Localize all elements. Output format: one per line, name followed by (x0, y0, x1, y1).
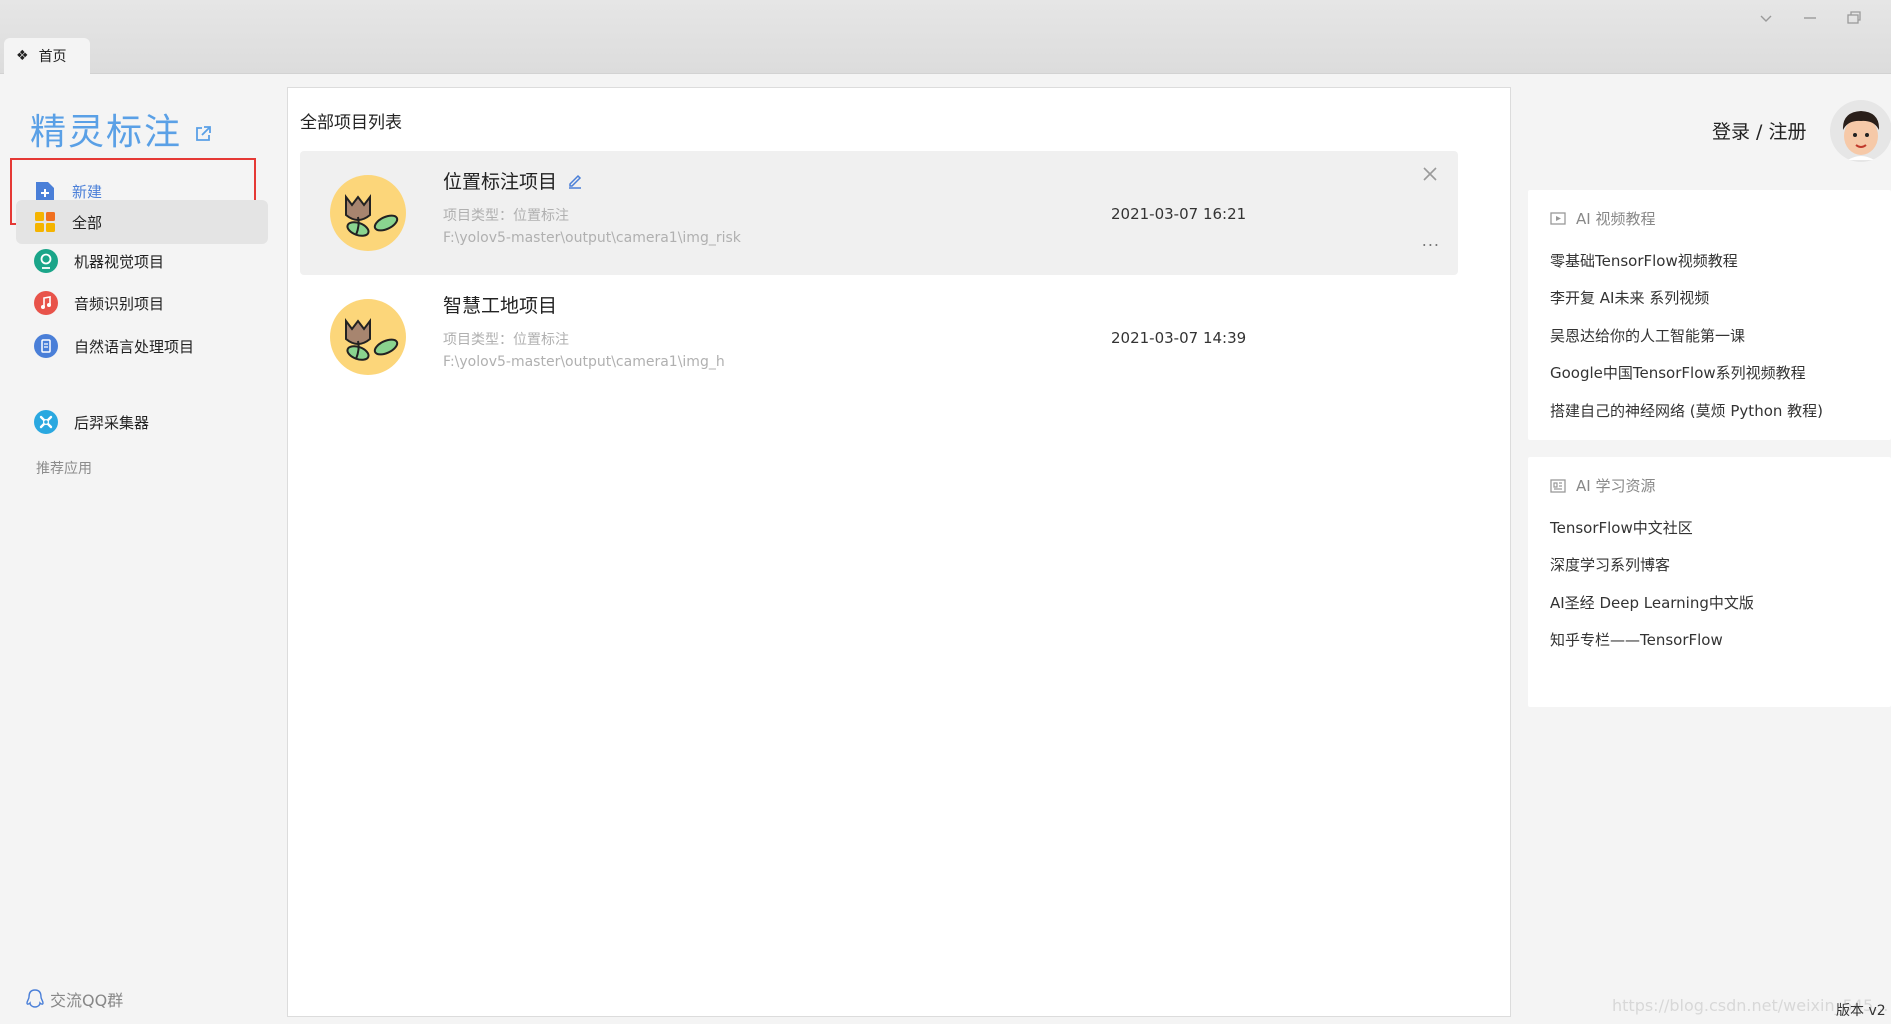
sidebar-item-label: 机器视觉项目 (74, 252, 165, 271)
login-register-link[interactable]: 登录 / 注册 (1712, 117, 1806, 144)
card-header: AI 视频教程 (1550, 208, 1655, 229)
project-avatar-icon (330, 299, 406, 375)
chevron-down-icon[interactable] (1752, 8, 1780, 28)
brand-title: 精灵标注 (30, 112, 183, 153)
sidebar: 精灵标注 新建 全部 机器视觉项目 音频识别项目 自然语言处理项目 推荐应用 后… (0, 75, 280, 1024)
grid-icon (35, 212, 55, 232)
card-header: AI 学习资源 (1550, 475, 1655, 496)
video-icon (1550, 211, 1566, 225)
tutorial-link[interactable]: 吴恩达给你的人工智能第一课 (1550, 325, 1745, 346)
project-list-panel: 全部项目列表 位置标注项目 项目类型：位置标注 F:\yolov5-master… (287, 87, 1511, 1017)
resource-link[interactable]: 知乎专栏——TensorFlow (1550, 629, 1723, 650)
sidebar-item-nlp[interactable]: 自然语言处理项目 (16, 324, 268, 368)
new-project-label: 新建 (72, 183, 103, 201)
project-card[interactable]: 位置标注项目 项目类型：位置标注 F:\yolov5-master\output… (300, 151, 1458, 275)
learning-resource-card: AI 学习资源 TensorFlow中文社区 深度学习系列博客 AI圣经 Dee… (1528, 457, 1891, 707)
qq-group-link[interactable]: 交流QQ群 (26, 987, 123, 1011)
tutorial-link[interactable]: 搭建自己的神经网络 (莫烦 Python 教程) (1550, 400, 1823, 421)
qq-icon (26, 989, 44, 1008)
sidebar-item-label: 全部 (72, 213, 103, 232)
brand: 精灵标注 (30, 103, 212, 155)
sidebar-item-label: 后羿采集器 (74, 413, 150, 432)
project-time: 2021-03-07 14:39 (1111, 329, 1247, 347)
resource-link[interactable]: 深度学习系列博客 (1550, 554, 1670, 575)
qq-group-label: 交流QQ群 (50, 991, 124, 1010)
version-label: 版本 v2 (1836, 1003, 1886, 1019)
sidebar-item-audio[interactable]: 音频识别项目 (16, 281, 268, 325)
sidebar-item-collector[interactable]: 后羿采集器 (16, 400, 268, 444)
edit-icon[interactable] (567, 173, 583, 189)
resource-link[interactable]: AI圣经 Deep Learning中文版 (1550, 592, 1754, 613)
tutorial-link[interactable]: 零基础TensorFlow视频教程 (1550, 250, 1738, 271)
project-card[interactable]: 智慧工地项目 项目类型：位置标注 F:\yolov5-master\output… (300, 275, 1458, 399)
nlp-icon (34, 334, 58, 358)
project-path: F:\yolov5-master\output\camera1\img_risk (443, 230, 741, 246)
collector-icon (34, 410, 58, 434)
more-options-button[interactable]: ... (1422, 231, 1440, 250)
project-path: F:\yolov5-master\output\camera1\img_h (443, 354, 725, 370)
sidebar-item-label: 音频识别项目 (74, 294, 165, 313)
close-icon[interactable] (1422, 163, 1438, 187)
external-link-icon[interactable] (194, 125, 212, 143)
tab-home-label: 首页 (38, 49, 67, 65)
project-type: 项目类型：位置标注 (443, 332, 569, 348)
project-name[interactable]: 位置标注项目 (443, 167, 583, 194)
minimize-icon[interactable] (1796, 8, 1824, 28)
audio-icon (34, 291, 58, 315)
card-title: AI 学习资源 (1576, 477, 1656, 495)
recommend-section-label: 推荐应用 (36, 461, 92, 477)
tab-home[interactable]: ❖ 首页 (4, 38, 90, 74)
project-type: 项目类型：位置标注 (443, 208, 569, 224)
title-bar: ❖ 首页 (0, 0, 1891, 74)
user-avatar[interactable] (1830, 100, 1891, 162)
sidebar-item-all[interactable]: 全部 (16, 200, 268, 244)
video-tutorial-card: AI 视频教程 零基础TensorFlow视频教程 李开复 AI未来 系列视频 … (1528, 190, 1891, 440)
resource-icon (1550, 478, 1566, 493)
project-avatar-icon (330, 175, 406, 251)
vision-icon (34, 249, 58, 273)
card-title: AI 视频教程 (1576, 210, 1656, 228)
project-name[interactable]: 智慧工地项目 (443, 291, 557, 318)
sidebar-item-vision[interactable]: 机器视觉项目 (16, 239, 268, 283)
restore-icon[interactable] (1840, 8, 1868, 28)
sidebar-item-label: 自然语言处理项目 (74, 337, 195, 356)
resource-link[interactable]: TensorFlow中文社区 (1550, 517, 1693, 538)
page-title: 全部项目列表 (300, 113, 402, 133)
apps-icon: ❖ (16, 48, 29, 64)
project-time: 2021-03-07 16:21 (1111, 205, 1247, 223)
tutorial-link[interactable]: 李开复 AI未来 系列视频 (1550, 287, 1709, 308)
tutorial-link[interactable]: Google中国TensorFlow系列视频教程 (1550, 362, 1806, 383)
